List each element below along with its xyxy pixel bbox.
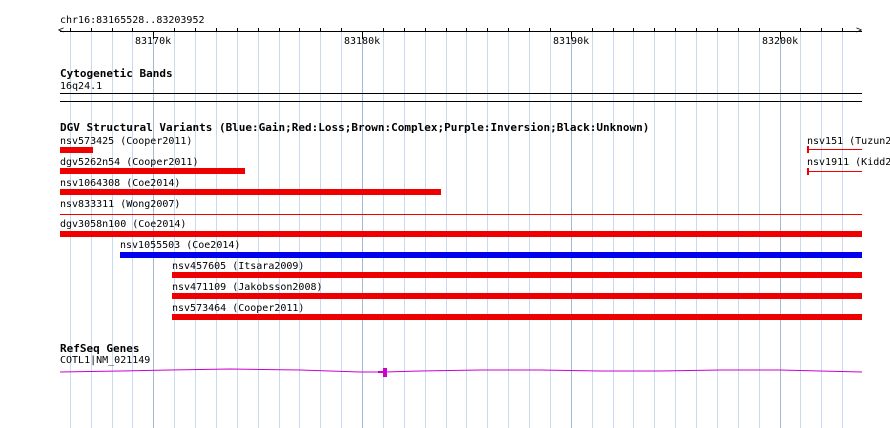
genome-browser-panel: chr16:83165528..83203952 < > 83170k 83180… [0,0,890,428]
dgv-track-title[interactable]: DGV Structural Variants (Blue:Gain;Red:L… [60,122,649,134]
ruler-minor-tick [508,28,509,31]
ruler-minor-tick [237,28,238,31]
ruler-minor-tick [299,28,300,31]
dgv-feature-endcap [807,168,809,175]
ruler-range-label: chr16:83165528..83203952 [60,15,205,26]
ruler-minor-tick [654,28,655,31]
ruler-minor-tick [633,28,634,31]
dgv-feature-bar[interactable] [120,252,862,258]
dgv-feature-bar[interactable] [172,314,862,320]
ruler-minor-tick [91,28,92,31]
ruler-minor-tick [717,28,718,31]
ruler-minor-tick [112,28,113,31]
ruler-minor-tick [195,28,196,31]
ruler-minor-tick [425,28,426,31]
dgv-feature-bar[interactable] [172,293,862,299]
ruler-minor-tick [404,28,405,31]
dgv-feature-bar[interactable] [172,272,862,278]
dgv-feature-bar[interactable] [60,189,441,195]
refseq-gene-glyph[interactable] [0,362,890,382]
ruler-minor-tick [613,28,614,31]
dgv-feature-bar[interactable] [807,171,862,172]
ruler-minor-tick [592,28,593,31]
ruler-minor-tick [738,28,739,31]
dgv-feature-endcap [807,146,809,153]
dgv-feature-bar[interactable] [807,149,862,150]
ruler-axis [60,31,862,32]
ruler-tick-label: 83170k [135,36,172,47]
ruler-minor-tick [258,28,259,31]
ruler-minor-tick [487,28,488,31]
ruler-right-arrow[interactable]: > [856,25,862,37]
dgv-feature-label[interactable]: nsv151 (Tuzun2005) [807,136,890,148]
dgv-feature-label[interactable]: nsv833311 (Wong2007) [60,199,180,211]
ruler-minor-tick [821,28,822,31]
ruler-left-arrow[interactable]: < [58,25,64,37]
ruler-tick-label: 83200k [762,36,799,47]
dgv-feature-label[interactable]: nsv1911 (Kidd2008) [807,157,890,169]
ruler-minor-tick [70,28,71,31]
ruler-minor-tick [842,28,843,31]
dgv-feature-bar[interactable] [60,168,245,174]
dgv-feature-bar[interactable] [60,214,862,215]
ruler-minor-tick [279,28,280,31]
cytoband-top-line [60,93,862,94]
cytoband-bottom-line [60,101,862,102]
gene-exon [383,368,387,377]
refseq-track-title[interactable]: RefSeq Genes [60,343,139,355]
ruler-minor-tick [800,28,801,31]
ruler-minor-tick [466,28,467,31]
gene-intron-line [59,368,863,373]
ruler-minor-tick [529,28,530,31]
dgv-feature-label[interactable]: dgv3058n100 (Coe2014) [60,219,186,231]
ruler-minor-tick [550,28,551,31]
cytoband-label[interactable]: 16q24.1 [60,81,102,93]
ruler-minor-tick [174,28,175,31]
ruler-minor-tick [320,28,321,31]
ruler-minor-tick [696,28,697,31]
ruler-minor-tick [675,28,676,31]
ruler-minor-tick [759,28,760,31]
dgv-feature-label[interactable]: nsv1055503 (Coe2014) [120,240,240,252]
ruler-minor-tick [383,28,384,31]
ruler-minor-tick [132,28,133,31]
ruler-tick-label: 83180k [344,36,381,47]
dgv-feature-bar[interactable] [60,231,862,237]
gene-exon-small [378,371,383,373]
ruler-tick-label: 83190k [553,36,590,47]
cytoband-track-title[interactable]: Cytogenetic Bands [60,68,173,80]
ruler-minor-tick [446,28,447,31]
dgv-feature-bar[interactable] [60,147,93,153]
ruler-minor-tick [341,28,342,31]
ruler-minor-tick [216,28,217,31]
